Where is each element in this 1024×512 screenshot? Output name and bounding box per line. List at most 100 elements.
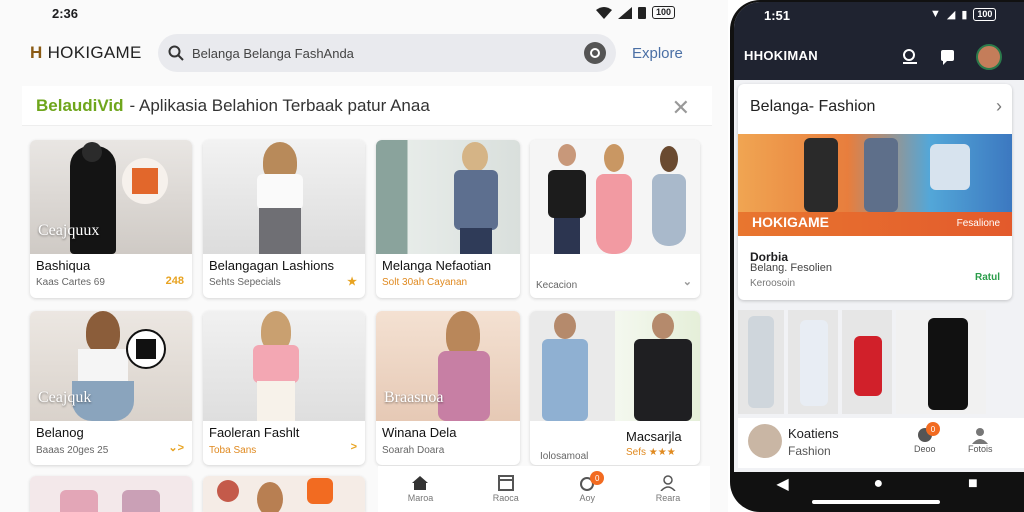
product-image xyxy=(30,476,192,512)
product-image xyxy=(203,476,365,512)
nav-catalog[interactable]: Raoca xyxy=(493,475,519,503)
figure-denim-shirt xyxy=(542,339,588,421)
hero-brand: HOKIGAME xyxy=(752,214,829,230)
nav-notifications[interactable]: 0 Aoy xyxy=(578,471,605,503)
user-icon xyxy=(660,475,676,491)
home-indicator[interactable] xyxy=(812,500,940,504)
grid-tile[interactable] xyxy=(788,310,838,414)
figure-hair xyxy=(86,311,120,353)
grid-tile[interactable] xyxy=(842,310,892,414)
card-subtitle: Solt 30ah Cayanan xyxy=(382,277,468,288)
nav-label: Reara xyxy=(655,493,681,503)
figure-head xyxy=(604,144,624,172)
camera-search-button[interactable] xyxy=(584,42,606,64)
product-grid xyxy=(738,310,1024,414)
product-image xyxy=(530,311,700,421)
tshirt-display xyxy=(930,144,970,190)
card-subtitle: Sehts Sepecials xyxy=(209,277,281,288)
brand-label: HOKIGAME xyxy=(47,43,142,62)
figure-outfit xyxy=(928,318,968,410)
seller-bar: Koatiens Fashion 0 Deoo Fotois xyxy=(738,418,1024,468)
sim-icon xyxy=(638,6,646,19)
promo-banner: BelaudiVid - Aplikasia Belahion Terbaak … xyxy=(22,86,712,126)
card-badge[interactable]: ⌄> xyxy=(168,441,184,454)
card-subtitle: Iolosamoal xyxy=(540,451,589,462)
figure-suit xyxy=(634,339,692,421)
figure-head xyxy=(82,142,102,162)
product-card[interactable]: Belangagan Lashions Sehts Sepecials ★ xyxy=(203,140,365,298)
product-card[interactable]: Braasnoa Winana Dela Soarah Doara xyxy=(376,311,520,465)
figure-outfit xyxy=(800,320,828,406)
figure-shirt xyxy=(548,170,586,218)
nav-home[interactable]: Maroa xyxy=(408,475,433,503)
figure-blue-dress xyxy=(652,174,686,246)
product-card[interactable]: Ceajquux Bashiqua Kaas Cartes 69 248 xyxy=(30,140,192,298)
card-tag: Ratul xyxy=(975,272,1000,283)
main-app-screen: 2:36 100 H HOKIGAME Belanga Belanga Fash… xyxy=(0,0,728,512)
figure-skirt xyxy=(257,381,295,421)
close-icon[interactable]: ✕ xyxy=(672,95,690,121)
chat-icon[interactable] xyxy=(938,47,958,67)
product-card[interactable]: Melanga Nefaotian Solt 30ah Cayanan xyxy=(376,140,520,298)
card-title: Belanog xyxy=(36,425,84,440)
hero-tag: Fesalione xyxy=(956,218,1000,229)
logo-mark xyxy=(136,339,156,359)
brand-h-letter: H xyxy=(30,43,43,62)
card-meta: Keroosoin xyxy=(750,278,796,289)
chevron-right-icon[interactable]: > xyxy=(351,441,357,453)
avatar[interactable] xyxy=(976,44,1002,70)
camera-lens-icon xyxy=(590,48,600,58)
avatar[interactable] xyxy=(748,424,782,458)
figure-dress xyxy=(864,138,898,212)
grid-tile[interactable] xyxy=(738,310,784,414)
home-icon[interactable]: ● xyxy=(873,475,883,493)
explore-link[interactable]: Explore xyxy=(632,45,683,62)
user-icon xyxy=(972,428,989,444)
card-subtitle: Belang. Fesolien xyxy=(750,262,832,274)
nav-profile[interactable]: Reara xyxy=(655,475,681,503)
figure-jeans xyxy=(460,228,492,254)
banner-text: - Aplikasia Belahion Terbaak patur Anaa xyxy=(129,95,430,115)
search-bar[interactable]: Belanga Belanga FashAnda xyxy=(158,34,616,72)
product-card[interactable]: Faoleran Fashlt Toba Sans > xyxy=(203,311,365,465)
featured-card[interactable]: Belanga- Fashion › HOKIGAME Fesalione Do… xyxy=(738,84,1012,300)
featured-title: Belanga- Fashion xyxy=(750,98,876,115)
status-icons: 100 xyxy=(596,6,676,19)
profile-action[interactable]: Fotois xyxy=(968,426,993,454)
card-badge: 248 xyxy=(165,275,184,287)
card-title: Belangagan Lashions xyxy=(209,258,335,273)
search-icon[interactable] xyxy=(900,47,920,67)
chevron-right-icon[interactable]: › xyxy=(996,96,1002,117)
figure-pink-dress xyxy=(596,174,632,254)
search-input[interactable]: Belanga Belanga FashAnda xyxy=(184,46,584,61)
status-icons: ▼ ◢ ▮ 100 xyxy=(930,8,997,21)
app-brand: H HOKIGAME xyxy=(30,43,158,63)
nav-label: Raoca xyxy=(492,493,519,503)
product-card[interactable] xyxy=(30,476,192,512)
chat-action[interactable]: 0 Deoo xyxy=(914,422,940,454)
recents-icon[interactable]: ■ xyxy=(968,475,978,493)
grid-tile[interactable] xyxy=(896,310,986,414)
logo-badge xyxy=(126,329,166,369)
product-card[interactable] xyxy=(203,476,365,512)
status-time: 1:51 xyxy=(764,8,791,23)
product-image xyxy=(376,140,520,254)
product-card[interactable]: Macsarjla Sefs ★★★ Iolosamoal xyxy=(530,311,700,465)
product-card[interactable]: Ceajquk Belanog Baaas 20ges 25 ⌄> xyxy=(30,311,192,465)
status-time: 2:36 xyxy=(52,6,79,21)
bottom-nav: Maroa Raoca 0 Aoy Reara xyxy=(378,466,710,512)
hanger-top xyxy=(122,490,160,512)
figure-skirt xyxy=(259,208,301,254)
logo-badge xyxy=(122,158,168,204)
card-title: Faoleran Fashlt xyxy=(209,425,300,440)
back-icon[interactable]: ◀ xyxy=(776,474,788,494)
product-image xyxy=(530,140,700,254)
action-label: Deoo xyxy=(914,444,936,454)
notification-badge: 0 xyxy=(590,471,605,485)
phone-frame: 1:51 ▼ ◢ ▮ 100 HHOKIMAN Belanga- Fashion… xyxy=(730,0,1024,512)
search-icon xyxy=(168,45,184,61)
wifi-icon: ▼ xyxy=(930,8,941,20)
chevron-down-icon[interactable]: ⌄ xyxy=(683,275,692,288)
heart-icon[interactable] xyxy=(307,478,333,504)
product-card[interactable]: Kecacion ⌄ xyxy=(530,140,700,298)
